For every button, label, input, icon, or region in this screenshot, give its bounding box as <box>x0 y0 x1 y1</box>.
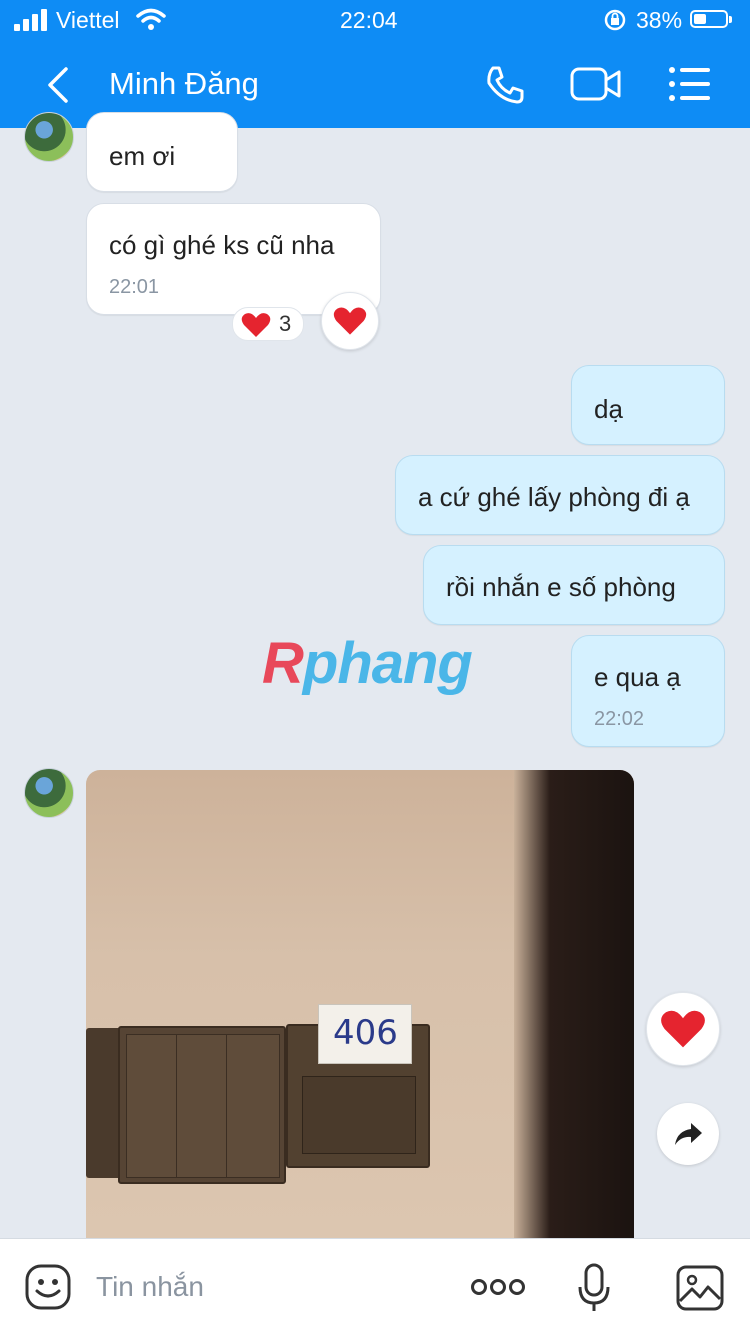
battery-percent: 38% <box>636 7 683 33</box>
rotation-lock-icon <box>604 9 626 31</box>
message-time: 22:02 <box>594 708 645 730</box>
message-outgoing[interactable]: e qua ạ 22:02 <box>571 635 725 747</box>
react-button[interactable] <box>321 292 379 350</box>
more-options-icon[interactable] <box>470 1277 526 1297</box>
heart-icon <box>661 1010 705 1048</box>
message-time: 22:01 <box>109 276 160 298</box>
emoji-sticker-icon[interactable] <box>24 1263 72 1311</box>
reaction-count[interactable]: 3 <box>232 307 304 341</box>
video-call-icon[interactable] <box>570 66 622 102</box>
reaction-number: 3 <box>279 311 292 336</box>
message-text: có gì ghé ks cũ nha <box>109 230 335 260</box>
message-text: e qua ạ <box>594 662 681 692</box>
carrier-label: Viettel <box>56 7 120 33</box>
signal-icon <box>14 9 48 31</box>
battery-icon <box>690 10 732 28</box>
avatar[interactable] <box>24 112 74 162</box>
image-gallery-icon[interactable] <box>676 1265 724 1311</box>
message-outgoing[interactable]: rồi nhắn e số phòng <box>423 545 725 625</box>
clock: 22:04 <box>340 7 398 33</box>
photo-message[interactable]: 406 <box>86 770 634 1240</box>
heart-icon <box>333 307 367 335</box>
message-text: dạ <box>594 394 623 424</box>
forward-button[interactable] <box>657 1103 719 1165</box>
react-button[interactable] <box>646 992 720 1066</box>
watermark-logo: Rphang <box>262 631 473 696</box>
avatar[interactable] <box>24 768 74 818</box>
phone-call-icon[interactable] <box>484 64 526 106</box>
back-arrow-icon[interactable] <box>44 66 72 104</box>
message-incoming[interactable]: em ơi <box>86 112 238 192</box>
message-input[interactable]: Tin nhắn <box>96 1271 204 1303</box>
wifi-icon <box>136 8 166 30</box>
forward-arrow-icon <box>675 1123 702 1145</box>
message-text: em ơi <box>109 141 176 171</box>
microphone-icon[interactable] <box>578 1263 610 1313</box>
room-number-card: 406 <box>318 1004 412 1064</box>
heart-icon <box>241 313 271 337</box>
message-text: rồi nhắn e số phòng <box>446 572 676 602</box>
light-switch <box>118 1026 286 1184</box>
contact-name[interactable]: Minh Đăng <box>109 66 259 102</box>
message-input-bar: Tin nhắn <box>0 1238 750 1335</box>
message-outgoing[interactable]: a cứ ghé lấy phòng đi ạ <box>395 455 725 535</box>
menu-list-icon[interactable] <box>668 66 710 102</box>
message-outgoing[interactable]: dạ <box>571 365 725 445</box>
chat-header: Viettel 22:04 38% Minh Đăng <box>0 0 750 128</box>
message-text: a cứ ghé lấy phòng đi ạ <box>418 482 690 512</box>
status-bar: Viettel 22:04 38% <box>0 0 750 40</box>
